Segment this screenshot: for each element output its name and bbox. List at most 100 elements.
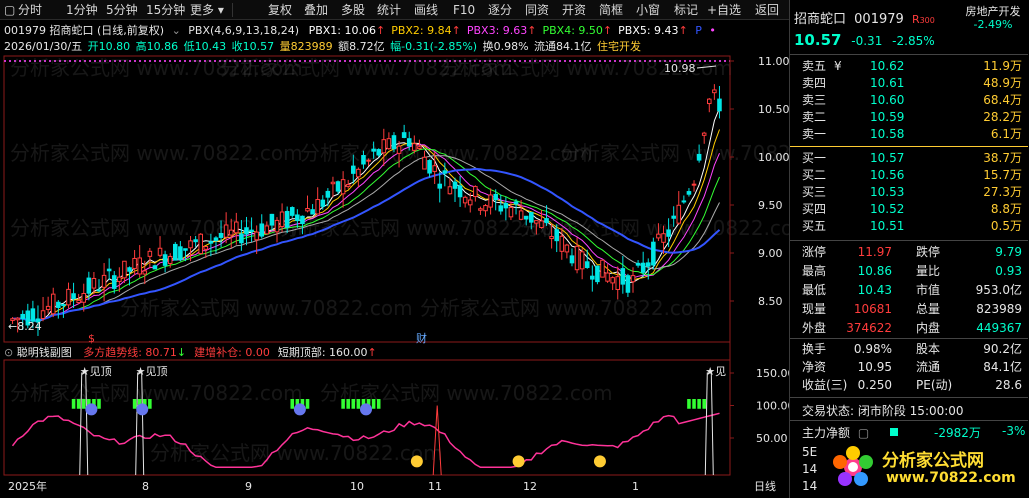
ask-row[interactable]: 卖四 10.61 48.9万: [790, 75, 1028, 91]
signal-bar: [305, 399, 310, 409]
candle-body: [366, 159, 371, 162]
signal-bar: [346, 399, 350, 409]
last-price: 10.57: [794, 31, 842, 49]
bid-row[interactable]: 买二 10.56 15.7万: [790, 167, 1028, 183]
ask-volume: 48.9万: [983, 76, 1022, 90]
candle-body: [467, 199, 473, 206]
candle-body: [529, 211, 534, 223]
ask-label: 卖四: [802, 76, 827, 90]
candle-body: [86, 277, 92, 294]
candle-body: [147, 250, 153, 257]
ask-row[interactable]: 卖二 10.59 28.2万: [790, 109, 1028, 125]
candle-body: [478, 208, 483, 211]
candle-body: [427, 160, 432, 174]
candle-body: [696, 153, 702, 161]
candle-body: [666, 229, 671, 237]
bid-row[interactable]: 买三 10.53 27.3万: [790, 184, 1028, 200]
candle-body: [635, 262, 641, 266]
candle-body: [386, 138, 392, 150]
candle-body: [656, 233, 661, 239]
fundamentals-row: 净资 10.95 流通 84.1亿: [790, 359, 1028, 375]
rzrq-badge-num: 300: [919, 16, 935, 25]
stock-name: 招商蛇口: [794, 12, 847, 27]
candle-body: [523, 215, 529, 220]
signal-bar: [702, 399, 706, 409]
fund-label: 股本: [916, 342, 941, 356]
bid-label: 买四: [802, 202, 827, 216]
price-change: -0.31: [851, 34, 883, 48]
main-flow-row[interactable]: 主力净额 ▢ -2982万 -3%: [802, 424, 1028, 440]
bid-row[interactable]: 买四 10.52 8.8万: [790, 201, 1028, 217]
divider: [790, 397, 1028, 398]
stat-label: 最高: [802, 264, 827, 278]
candle-body: [564, 244, 570, 253]
price-tick-label: 8.50: [758, 295, 783, 308]
site-logo: 分析家公式网 www.70822.com: [826, 440, 1026, 495]
bid-price: 10.56: [870, 168, 905, 182]
stat-value: 10.43: [857, 283, 892, 297]
candle-body: [584, 261, 590, 268]
stats-row: 最低 10.43 市值 953.0亿: [790, 282, 1028, 298]
signal-bar: [81, 399, 86, 409]
fundamentals-row: 换手 0.98% 股本 90.2亿: [790, 341, 1028, 357]
stat-value: 823989: [976, 302, 1022, 316]
candle-body: [310, 209, 315, 215]
candle-body: [56, 301, 61, 308]
candle-body: [544, 218, 549, 224]
kline-chart[interactable]: 分析家公式网 www.70822.com分析家公式网 www.70822.com…: [0, 0, 789, 498]
ask-row[interactable]: 卖五 ¥10.62 11.9万: [790, 58, 1028, 74]
bid-price: 10.57: [870, 151, 905, 165]
candle-body: [707, 98, 712, 105]
candle-body: [437, 183, 443, 189]
candle-body: [615, 276, 621, 290]
bid-volume: 27.3万: [983, 185, 1022, 199]
candle-body: [590, 275, 595, 280]
bid-row[interactable]: 买五 10.51 0.5万: [790, 218, 1028, 234]
price-change-pct: -2.85%: [892, 34, 935, 48]
candle-body: [473, 186, 478, 198]
candle-body: [295, 214, 300, 222]
candle-body: [157, 247, 163, 256]
sector-box[interactable]: 房地产开发 -2.49%: [960, 5, 1026, 31]
candle-body: [717, 98, 722, 112]
candle-body: [279, 211, 285, 227]
bid-label: 买三: [802, 185, 827, 199]
candle-body: [422, 156, 427, 170]
bid-label: 买二: [802, 168, 827, 182]
stat-value: 10.86: [857, 264, 892, 278]
candle-body: [91, 277, 97, 289]
candle-body: [640, 262, 646, 273]
price-tick-label: 9.50: [758, 199, 783, 212]
candle-body: [234, 221, 239, 234]
sub-chart-title[interactable]: 聪明钱副图: [17, 346, 72, 359]
ask-row[interactable]: 卖三 10.60 68.4万: [790, 92, 1028, 108]
sub-tick-label: 150.00: [756, 367, 789, 380]
rzrq-badge: R: [911, 13, 920, 26]
candle-body: [213, 237, 219, 241]
candle-body: [503, 202, 509, 209]
sub-chart-toggle-icon[interactable]: ⊙: [4, 346, 13, 359]
candle-body: [712, 89, 717, 94]
candle-body: [630, 275, 636, 283]
candle-body: [61, 304, 66, 307]
candle-body: [691, 183, 697, 186]
bid-row[interactable]: 买一 10.57 38.7万: [790, 150, 1028, 166]
candle-body: [574, 245, 580, 271]
candle-body: [81, 293, 87, 303]
candle-body: [117, 276, 122, 282]
checkbox-icon[interactable]: ▢: [858, 426, 869, 440]
price-row: 10.57 -0.31 -2.85%: [794, 31, 935, 49]
top-signal-label: ★见顶: [80, 365, 112, 378]
candle-body: [569, 255, 575, 264]
candle-body: [269, 213, 275, 226]
stock-name-row: 招商蛇口 001979 R300: [794, 8, 935, 27]
date-tick-label: 日线: [754, 479, 776, 493]
ask-volume: 28.2万: [983, 110, 1022, 124]
ask-price: 10.62: [870, 59, 905, 73]
ask-row[interactable]: 卖一 10.58 6.1万: [790, 126, 1028, 142]
bid-volume: 38.7万: [983, 151, 1022, 165]
sub-tick-label: 50.00: [756, 432, 788, 445]
candle-body: [671, 215, 676, 219]
candle-body: [203, 246, 209, 250]
sector-pct: -2.49%: [973, 18, 1013, 31]
